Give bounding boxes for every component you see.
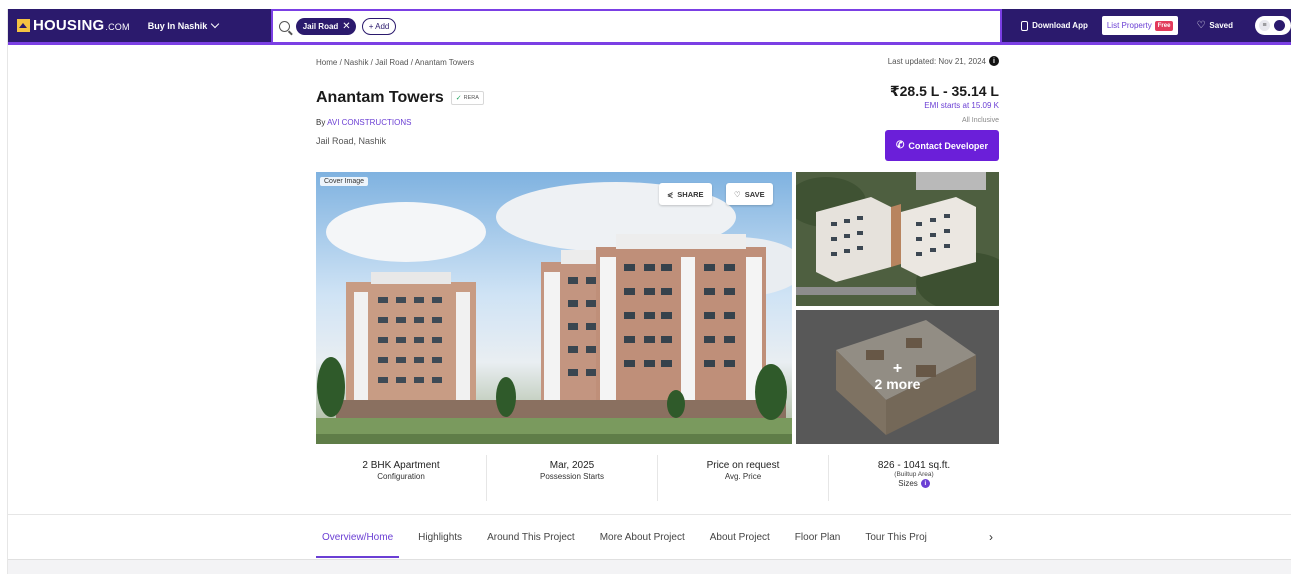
window-top-edge (0, 0, 1291, 9)
heart-icon: ♡ (1196, 20, 1206, 31)
saved-label: Saved (1209, 21, 1233, 30)
contact-developer-label: Contact Developer (908, 140, 988, 151)
info-icon[interactable]: i (989, 56, 999, 66)
info-value: 2 BHK Apartment (362, 460, 440, 471)
add-locality-button[interactable]: + Add (361, 18, 397, 35)
info-sizes: 826 - 1041 sq.ft. (Builtup Area) Sizes i (829, 455, 999, 501)
last-updated-text: Last updated: Nov 21, 2024 (887, 56, 986, 66)
info-value: Price on request (706, 460, 780, 471)
save-button[interactable]: ♡ SAVE (726, 183, 773, 205)
tab-around-this-project[interactable]: Around This Project (481, 515, 581, 560)
share-button[interactable]: ⋞ SHARE (659, 183, 712, 205)
info-label: Avg. Price (724, 472, 762, 481)
tab-overview[interactable]: Overview/Home (316, 515, 400, 560)
search-bar[interactable]: Jail Road ✕ + Add (270, 9, 1002, 42)
tab-more-about-project[interactable]: More About Project (594, 515, 691, 560)
user-menu[interactable]: ≡ (1255, 16, 1291, 35)
info-value: 826 - 1041 sq.ft. (877, 460, 951, 471)
section-tabs: Overview/Home Highlights Around This Pro… (316, 515, 991, 560)
housing-logo[interactable]: HOUSING .COM (17, 17, 130, 34)
tab-floor-plan[interactable]: Floor Plan (789, 515, 847, 560)
page-title: Anantam Towers (316, 89, 444, 106)
emi-link[interactable]: EMI starts at 15.09 K (924, 101, 999, 110)
gallery-thumbnail-aerial[interactable] (796, 172, 999, 306)
developer-line: By AVI CONSTRUCTIONS (316, 118, 411, 127)
city-selector[interactable]: Buy In Nashik (147, 9, 268, 42)
section-tabs-bar: Overview/Home Highlights Around This Pro… (8, 514, 1291, 559)
info-configuration: 2 BHK Apartment Configuration (316, 455, 487, 501)
developer-link[interactable]: AVI CONSTRUCTIONS (327, 118, 411, 127)
more-photos-overlay[interactable]: + 2 more (796, 310, 999, 444)
phone-icon (1021, 20, 1029, 31)
price-range: ₹28.5 L - 35.14 L (889, 83, 999, 99)
contact-developer-button[interactable]: ✆ Contact Developer (885, 130, 999, 161)
top-navbar: HOUSING .COM Buy In Nashik Jail Road ✕ +… (8, 9, 1291, 45)
header-actions: Download App List Property Free ♡ Saved … (1021, 9, 1291, 42)
tab-highlights[interactable]: Highlights (412, 515, 468, 560)
info-label: Configuration (377, 472, 425, 481)
info-label: Possession Starts (539, 472, 605, 481)
locality-chip-label: Jail Road (302, 22, 339, 31)
avatar (1274, 20, 1285, 31)
tab-about-project[interactable]: About Project (704, 515, 776, 560)
heart-outline-icon: ♡ (734, 189, 741, 199)
plus-icon: + (892, 360, 903, 377)
share-icon: ⋞ (667, 189, 674, 199)
check-icon: ✓ (455, 95, 462, 102)
gallery-thumbnail-floorplan[interactable]: + 2 more (796, 310, 999, 444)
close-icon[interactable]: ✕ (342, 21, 350, 32)
building-illustration (316, 182, 792, 444)
logo-text: HOUSING (33, 17, 105, 34)
chevron-right-icon[interactable]: › (981, 527, 1001, 547)
info-sub: (Builtup Area) (894, 471, 934, 478)
breadcrumb[interactable]: Home / Nashik / Jail Road / Anantam Towe… (316, 58, 474, 67)
info-label-row: Sizes i (898, 479, 930, 488)
list-property-button[interactable]: List Property Free (1101, 16, 1179, 35)
locality-chip[interactable]: Jail Road ✕ (295, 18, 356, 35)
info-avg-price: Price on request Avg. Price (658, 455, 829, 501)
all-inclusive-label: All Inclusive (962, 117, 999, 124)
rera-badge: ✓ RERA (450, 91, 484, 105)
share-label: SHARE (677, 189, 704, 199)
download-app-label: Download App (1032, 21, 1088, 30)
hamburger-menu-icon: ≡ (1259, 20, 1270, 31)
search-icon (278, 21, 290, 32)
info-icon[interactable]: i (920, 479, 930, 488)
info-possession: Mar, 2025 Possession Starts (487, 455, 658, 501)
saved-link[interactable]: ♡ Saved (1196, 20, 1233, 31)
tab-tour-this-project[interactable]: Tour This Proj (859, 515, 933, 560)
page-bottom-band (8, 559, 1291, 574)
info-label: Sizes (898, 479, 918, 488)
phone-call-icon: ✆ (896, 140, 905, 151)
chevron-down-icon (210, 19, 220, 29)
project-highlights-strip: 2 BHK Apartment Configuration Mar, 2025 … (316, 455, 999, 501)
more-photos-count: 2 more (874, 376, 921, 392)
logo-suffix: .COM (105, 22, 130, 32)
cover-image-label: Cover Image (320, 177, 369, 186)
rera-label: RERA (463, 95, 479, 101)
house-logo-icon (17, 19, 30, 32)
download-app-link[interactable]: Download App (1021, 20, 1088, 31)
city-selector-label: Buy In Nashik (147, 20, 208, 31)
last-updated: Last updated: Nov 21, 2024 i (888, 56, 999, 66)
cover-image[interactable]: Cover Image ⋞ SHARE ♡ SAVE (316, 172, 792, 444)
by-prefix: By (316, 118, 328, 127)
aerial-view-illustration (796, 172, 999, 306)
free-badge: Free (1154, 20, 1174, 31)
info-value: Mar, 2025 (549, 460, 595, 471)
project-title-row: Anantam Towers ✓ RERA (316, 89, 484, 107)
save-label: SAVE (744, 189, 765, 199)
list-property-label: List Property (1106, 21, 1152, 30)
window-left-edge (0, 9, 8, 574)
project-location: Jail Road, Nashik (316, 136, 387, 146)
